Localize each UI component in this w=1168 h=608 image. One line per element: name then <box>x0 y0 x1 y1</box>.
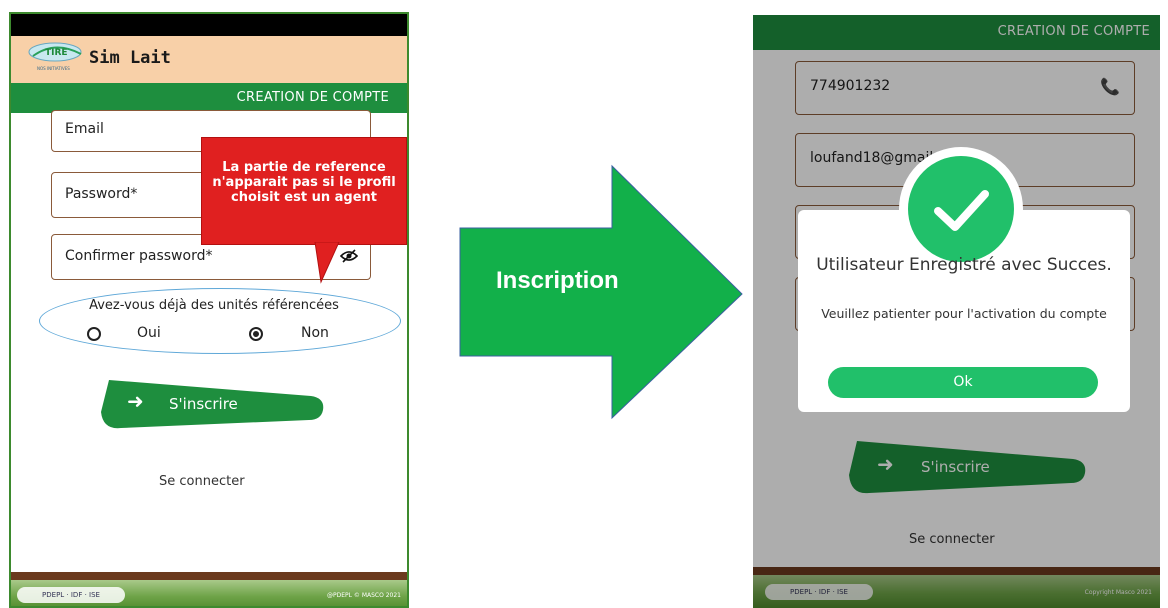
page-title: CREATION DE COMPTE <box>236 90 389 105</box>
arrow-right-icon: ➜ <box>127 389 144 413</box>
signup-button-label: S'inscrire <box>169 395 238 413</box>
radio-non-label: Non <box>301 325 329 341</box>
ok-button[interactable]: Ok <box>828 367 1098 398</box>
footer-copyright: @PDEPL © MASCO 2021 <box>327 592 401 599</box>
units-question: Avez-vous déjà des unités référencées <box>89 298 339 313</box>
dialog-message: Veuillez patienter pour l'activation du … <box>821 306 1107 321</box>
status-bar <box>11 14 407 36</box>
password-label: Password* <box>65 186 138 202</box>
tooltip-text: La partie de reference n'apparait pas si… <box>212 160 396 205</box>
tooltip-pointer <box>314 242 340 284</box>
signup-button[interactable]: ➜ S'inscrire <box>99 378 325 430</box>
header-bar: CREATION DE COMPTE <box>11 83 407 113</box>
annotation-tooltip: La partie de reference n'apparait pas si… <box>201 137 407 245</box>
app-logo: TIRE NOS INITIATIVES <box>28 42 82 71</box>
logo-text: TIRE <box>45 48 68 58</box>
app-bar: TIRE NOS INITIATIVES Sim Lait <box>11 36 407 83</box>
radio-oui-label: Oui <box>137 325 161 341</box>
footer-divider <box>11 572 407 580</box>
footer-logos: PDEPL · IDF · ISE <box>17 587 125 603</box>
radio-oui[interactable] <box>87 327 101 341</box>
check-icon <box>908 156 1014 262</box>
logo-subtext: NOS INITIATIVES <box>37 66 70 71</box>
login-link[interactable]: Se connecter <box>159 474 245 489</box>
email-label: Email <box>65 121 104 137</box>
radio-non[interactable] <box>249 327 263 341</box>
footer-grass: PDEPL · IDF · ISE @PDEPL © MASCO 2021 <box>11 580 407 606</box>
flow-arrow-label: Inscription <box>496 267 619 294</box>
confirm-password-label: Confirmer password* <box>65 248 213 264</box>
left-phone-screen: TIRE NOS INITIATIVES Sim Lait CREATION D… <box>9 12 409 608</box>
right-phone-screen: CREATION DE COMPTE 774901232 📞 loufand18… <box>753 15 1160 608</box>
dialog-title: Utilisateur Enregistré avec Succes. <box>816 255 1112 275</box>
app-title: Sim Lait <box>89 48 171 68</box>
